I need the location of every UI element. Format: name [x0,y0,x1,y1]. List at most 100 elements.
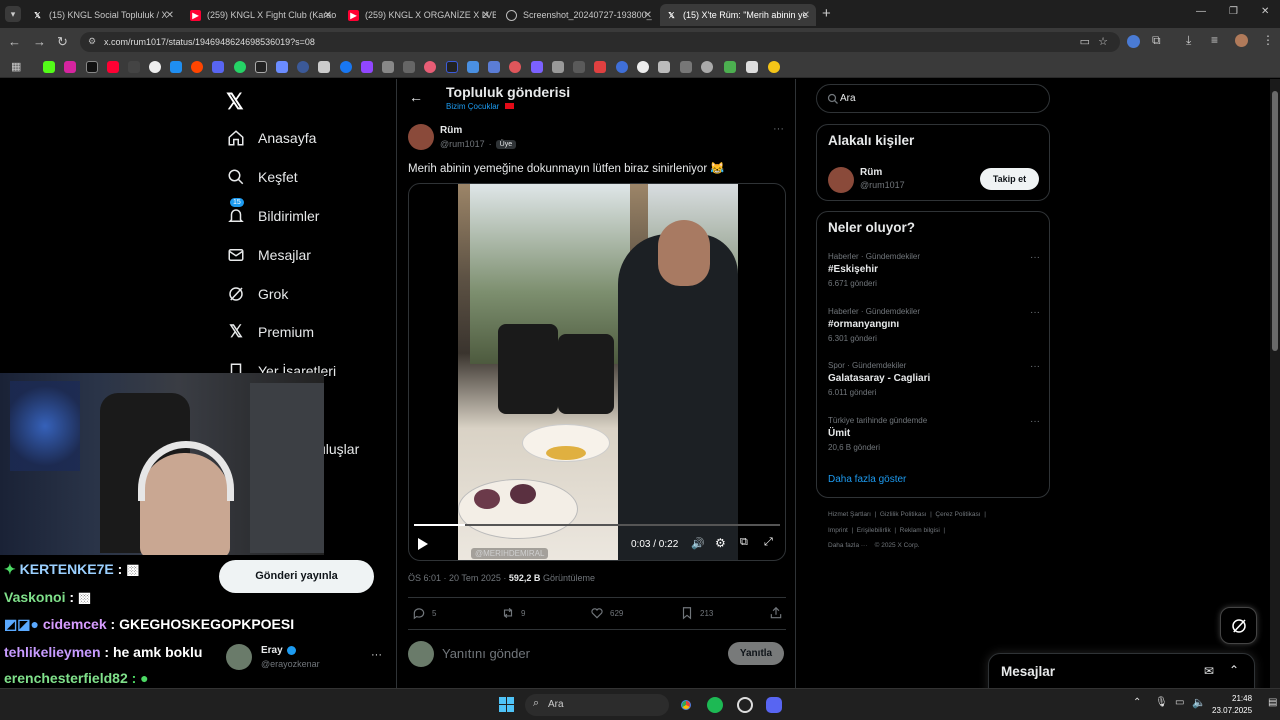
more-icon[interactable]: ··· [371,649,382,661]
trend-item[interactable]: Haberler · Gündemdekiler #Eskişehir 6.67… [828,252,1040,288]
media-icon[interactable]: ≡ [1211,33,1218,47]
reply-button[interactable]: 5 [412,606,436,620]
start-icon[interactable] [499,697,514,712]
close-icon[interactable]: ✕ [802,10,810,21]
tray-chevron-icon[interactable]: ⌃ [1133,697,1141,708]
account-switcher[interactable]: Eray @erayozkenar ··· [226,644,386,674]
sidebar-item-grok[interactable]: Grok [226,282,288,306]
bookmark-icon[interactable] [297,61,309,73]
author-handle[interactable]: @rum1017 [440,139,485,149]
share-button[interactable] [769,606,789,620]
bookmark-icon[interactable] [191,61,203,73]
taskbar-time[interactable]: 21:48 [1232,694,1252,703]
avatar[interactable] [408,124,434,150]
app-icon[interactable] [737,697,753,713]
close-icon[interactable]: ✕ [644,10,652,21]
reload-icon[interactable]: ↻ [57,34,68,50]
author-name[interactable]: Rüm [440,125,462,136]
footer-link[interactable]: Erişilebilirlik [857,527,891,534]
extension-icon[interactable] [1127,35,1140,48]
sidebar-item-explore[interactable]: Keşfet [226,165,298,189]
chevron-up-icon[interactable]: ⌃ [1229,663,1239,677]
chrome-icon[interactable] [678,697,694,713]
footer-link[interactable]: Gizlilik Politikası [880,511,927,518]
bookmark-icon[interactable] [64,61,76,73]
download-icon[interactable]: ⤓ [1186,33,1191,48]
follow-button[interactable]: Takip et [980,168,1039,190]
bookmark-icon[interactable] [361,61,373,73]
post-time[interactable]: ÖS 6:01 · 20 Tem 2025 · [408,573,506,583]
footer-link[interactable]: Imprint [828,527,848,534]
bookmark-icon[interactable] [658,61,670,73]
site-info-icon[interactable]: ⚙ [88,36,96,47]
browser-tab-active[interactable]: 𝕏 (15) X'te Rüm: "Merih abinin ye ✕ [660,4,816,26]
trend-item[interactable]: Haberler · Gündemdekiler #ormanyangını 6… [828,307,1040,343]
new-tab-button[interactable]: + [822,5,831,22]
volume-icon[interactable]: 🔊 [691,537,705,550]
bookmark-icon[interactable] [170,61,182,73]
puzzle-icon[interactable]: ⧉ [1152,33,1161,48]
sidebar-item-home[interactable]: Anasayfa [226,126,316,150]
back-arrow-icon[interactable]: ← [409,89,423,105]
fullscreen-icon[interactable]: ⤢ [764,536,773,549]
video-progress-track[interactable] [414,524,780,526]
scrollbar-thumb[interactable] [1272,91,1278,351]
browser-tab[interactable]: 𝕏 (15) KNGL Social Topluluk / X ✕ [26,4,180,26]
like-button[interactable]: 629 [590,606,623,620]
back-icon[interactable]: ← [8,34,21,50]
more-icon[interactable]: ··· [773,123,784,135]
video-player[interactable]: @MERIHDEMIRAL 0:03 / 0:22 🔊 ⚙ ⧉ ⤢ [408,183,786,561]
person-name[interactable]: Rüm [860,167,882,178]
notification-icon[interactable]: ▤ [1268,697,1277,708]
bookmark-icon[interactable] [403,61,415,73]
bookmark-icon[interactable] [149,61,161,73]
footer-link[interactable]: Reklam bilgisi [900,527,940,534]
sidebar-item-partial-label[interactable]: uluşlar [318,441,359,457]
messages-drawer[interactable]: Mesajlar ✉ ⌃ [988,653,1255,688]
bookmark-icon[interactable] [637,61,649,73]
new-message-icon[interactable]: ✉ [1204,664,1214,678]
scrollbar[interactable] [1270,79,1280,688]
x-home-logo[interactable]: 𝕏 [226,89,244,115]
menu-icon[interactable]: ⋮ [1262,33,1274,47]
forward-icon[interactable]: → [33,34,46,50]
bookmark-icon[interactable] [724,61,736,73]
avatar[interactable] [828,167,854,193]
minimize-button[interactable]: — [1196,6,1206,17]
profile-avatar[interactable] [1235,34,1248,47]
bookmark-icon[interactable] [531,61,543,73]
bookmark-icon[interactable] [768,61,780,73]
bookmark-icon[interactable] [701,61,713,73]
bookmark-icon[interactable] [255,61,267,73]
apps-icon[interactable]: ▦ [11,60,21,73]
star-icon[interactable]: ☆ [1098,35,1108,48]
bookmark-icon[interactable] [552,61,564,73]
trend-item[interactable]: Spor · Gündemdekiler Galatasaray - Cagli… [828,361,1040,397]
more-icon[interactable]: ··· [1030,307,1040,318]
close-icon[interactable]: ✕ [482,10,490,21]
bookmark-icon[interactable] [680,61,692,73]
footer-more[interactable]: Daha fazla ··· [828,542,867,549]
bookmark-icon[interactable] [594,61,606,73]
discord-icon[interactable] [766,697,782,713]
bookmark-icon[interactable] [746,61,758,73]
bookmark-icon[interactable] [446,61,458,73]
close-icon[interactable]: ✕ [324,10,332,21]
address-bar[interactable]: ⚙ x.com/rum1017/status/19469486246985360… [80,32,1120,52]
sidebar-item-messages[interactable]: Mesajlar [226,243,311,267]
pip-icon[interactable]: ⧉ [740,536,748,549]
search-input[interactable]: Ara [816,84,1050,113]
cast-icon[interactable]: ▭ [1080,35,1090,48]
bookmark-icon[interactable] [234,61,246,73]
reply-button-submit[interactable]: Yanıtla [728,642,784,665]
play-icon[interactable] [418,538,428,550]
spotify-icon[interactable] [707,697,723,713]
close-icon[interactable]: ✕ [166,10,174,21]
bookmark-icon[interactable] [86,61,98,73]
grok-floating-button[interactable] [1220,607,1257,644]
bookmark-icon[interactable] [382,61,394,73]
bookmark-icon[interactable] [340,61,352,73]
show-more-link[interactable]: Daha fazla göster [828,474,906,485]
tab-list-button[interactable]: ▾ [5,6,21,22]
taskbar-search[interactable]: ⌕ Ara [525,694,669,716]
